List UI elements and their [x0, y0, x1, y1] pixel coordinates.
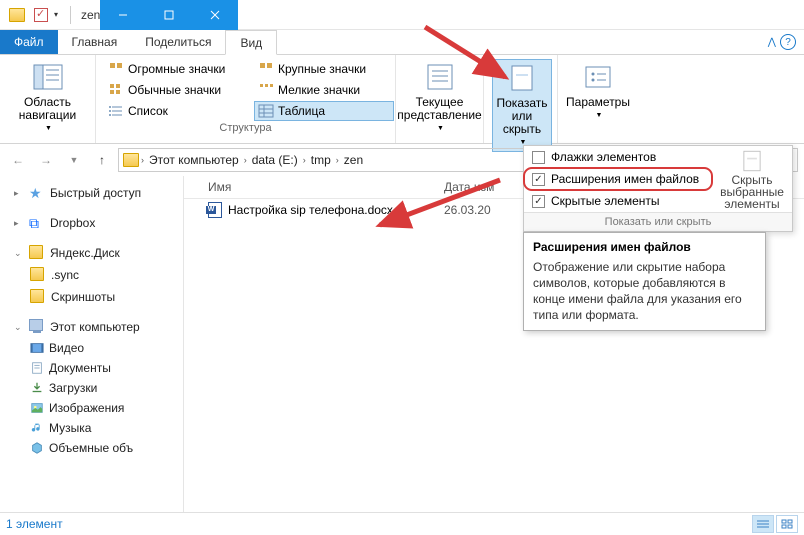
music-icon: [30, 421, 44, 435]
layout-group-label: Структура: [104, 121, 387, 134]
nav-3d[interactable]: Объемные объ: [0, 438, 183, 458]
up-button[interactable]: ↑: [90, 148, 114, 172]
nav-images[interactable]: Изображения: [0, 398, 183, 418]
titlebar: ▾ zen: [0, 0, 804, 30]
tooltip-body: Отображение или скрытие набора символов,…: [533, 259, 756, 323]
tab-home[interactable]: Главная: [58, 30, 132, 54]
nav-sync[interactable]: .sync: [0, 264, 183, 286]
nav-downloads[interactable]: Загрузки: [0, 378, 183, 398]
dd-item-flags[interactable]: Флажки элементов: [524, 146, 712, 168]
help-icon[interactable]: ?: [780, 34, 796, 50]
ribbon-tabs: Файл Главная Поделиться Вид ⋀ ?: [0, 30, 804, 55]
3d-icon: [30, 441, 44, 455]
options-button[interactable]: Параметры ▼: [566, 59, 630, 124]
documents-icon: [30, 361, 44, 375]
qat-folder-icon[interactable]: [6, 4, 28, 26]
folder-icon: [30, 267, 46, 283]
breadcrumb-folder-icon: [123, 153, 139, 167]
recent-button[interactable]: ▼: [62, 148, 86, 172]
nav-pane-button[interactable]: Область навигации▼: [8, 59, 87, 137]
tab-view[interactable]: Вид: [225, 30, 277, 55]
nav-music[interactable]: Музыка: [0, 418, 183, 438]
dd-hide-selected[interactable]: Скрыть выбранные элементы: [712, 146, 792, 212]
checkbox-checked-icon[interactable]: [532, 195, 545, 208]
nav-screenshots[interactable]: Скриншоты: [0, 286, 183, 308]
downloads-icon: [30, 381, 44, 395]
window-title: zen: [77, 8, 100, 22]
current-view-label: Текущее представление: [397, 96, 481, 122]
crumb-drive[interactable]: data (E:): [249, 153, 301, 167]
nav-quick-access[interactable]: ▸★Быстрый доступ: [0, 182, 183, 204]
layout-normal[interactable]: Обычные значки: [104, 80, 244, 100]
forward-button[interactable]: →: [34, 148, 58, 172]
dd-item-extensions[interactable]: Расширения имен файлов: [524, 168, 712, 190]
nav-yandex[interactable]: ⌄Яндекс.Диск: [0, 242, 183, 264]
minimize-button[interactable]: [100, 0, 146, 30]
crumb-zen[interactable]: zen: [341, 153, 366, 167]
qat-dropdown[interactable]: ▾: [54, 10, 64, 19]
details-view-button[interactable]: [752, 515, 774, 533]
maximize-button[interactable]: [146, 0, 192, 30]
dropbox-icon: ⧉: [29, 215, 45, 231]
pc-icon: [29, 319, 45, 335]
video-icon: [30, 341, 44, 355]
dd-footer: Показать или скрыть: [524, 212, 792, 231]
options-label: Параметры: [566, 96, 630, 109]
ribbon-collapse-icon[interactable]: ⋀: [768, 37, 776, 48]
nav-dropbox[interactable]: ▸⧉Dropbox: [0, 212, 183, 234]
nav-pane-label: Область навигации: [14, 96, 81, 122]
status-bar: 1 элемент: [0, 512, 804, 535]
dd-item-hidden[interactable]: Скрытые элементы: [524, 190, 712, 212]
nav-docs[interactable]: Документы: [0, 358, 183, 378]
status-count: 1 элемент: [6, 517, 63, 531]
nav-this-pc[interactable]: ⌄Этот компьютер: [0, 316, 183, 338]
tooltip-title: Расширения имен файлов: [533, 240, 756, 254]
qat-properties-icon[interactable]: [30, 4, 52, 26]
yandex-icon: [29, 245, 45, 261]
tooltip: Расширения имен файлов Отображение или с…: [523, 232, 766, 331]
close-button[interactable]: [192, 0, 238, 30]
images-icon: [30, 401, 44, 415]
tab-share[interactable]: Поделиться: [131, 30, 225, 54]
layout-table[interactable]: Таблица: [254, 101, 394, 121]
layout-huge[interactable]: Огромные значки: [104, 59, 244, 79]
hide-selected-icon: [739, 148, 765, 174]
annotation-arrow: [370, 175, 510, 238]
nav-video[interactable]: Видео: [0, 338, 183, 358]
ribbon: Область навигации▼ Огромные значки Крупн…: [0, 55, 804, 144]
star-icon: ★: [29, 185, 45, 201]
show-hide-label: Показать или скрыть: [497, 97, 548, 136]
layout-large[interactable]: Крупные значки: [254, 59, 394, 79]
back-button[interactable]: ←: [6, 148, 30, 172]
icons-view-button[interactable]: [776, 515, 798, 533]
layout-list[interactable]: Список: [104, 101, 244, 121]
crumb-tmp[interactable]: tmp: [308, 153, 334, 167]
nav-pane[interactable]: ▸★Быстрый доступ ▸⧉Dropbox ⌄Яндекс.Диск …: [0, 176, 184, 512]
file-name: Настройка sip телефона.docx: [228, 203, 393, 217]
docx-icon: [208, 202, 222, 218]
checkbox-checked-icon[interactable]: [532, 173, 545, 186]
folder-icon: [30, 289, 46, 305]
show-hide-dropdown: Флажки элементов Расширения имен файлов …: [523, 145, 793, 232]
crumb-pc[interactable]: Этот компьютер: [146, 153, 242, 167]
checkbox-icon[interactable]: [532, 151, 545, 164]
annotation-arrow: [420, 22, 515, 90]
layout-small[interactable]: Мелкие значки: [254, 80, 394, 100]
tab-file[interactable]: Файл: [0, 30, 58, 54]
